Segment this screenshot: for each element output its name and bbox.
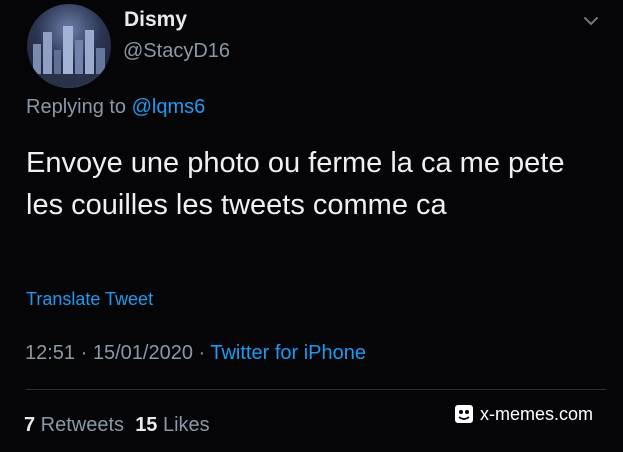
watermark-logo-icon <box>455 405 473 423</box>
tweet-source-link[interactable]: Twitter for iPhone <box>210 342 366 364</box>
avatar-image-icon <box>27 26 111 88</box>
retweets-label: Retweets <box>35 414 125 436</box>
tweet-time[interactable]: 12:51 <box>25 342 75 364</box>
avatar[interactable] <box>27 4 111 88</box>
tweet-stats: 7 Retweets 15 Likes <box>24 414 210 437</box>
user-handle[interactable]: @StacyD16 <box>123 40 230 63</box>
replying-to: Replying to @lqms6 <box>26 96 205 119</box>
watermark: x-memes.com <box>454 404 593 425</box>
tweet-date[interactable]: 15/01/2020 <box>93 342 193 364</box>
likes-label: Likes <box>157 414 210 436</box>
retweets-stat[interactable]: 7 Retweets <box>24 414 124 436</box>
replying-to-label: Replying to <box>26 96 132 118</box>
translate-tweet-link[interactable]: Translate Tweet <box>26 289 153 310</box>
divider <box>26 389 606 390</box>
chevron-down-icon[interactable] <box>582 14 600 28</box>
tweet-metadata: 12:51 · 15/01/2020 · Twitter for iPhone <box>25 342 366 365</box>
reply-mention-link[interactable]: @lqms6 <box>132 96 206 118</box>
retweets-count: 7 <box>24 414 36 436</box>
likes-stat[interactable]: 15 Likes <box>135 414 210 436</box>
tweet-card: Dismy @StacyD16 Replying to @lqms6 Envoy… <box>0 0 623 452</box>
meta-separator: · <box>75 342 93 364</box>
likes-count: 15 <box>135 414 158 436</box>
watermark-text: x-memes.com <box>480 404 594 424</box>
display-name[interactable]: Dismy <box>124 8 187 32</box>
meta-separator: · <box>192 342 211 364</box>
stats-spacer <box>124 414 135 436</box>
tweet-text: Envoye une photo ou ferme la ca me pete … <box>26 147 565 221</box>
